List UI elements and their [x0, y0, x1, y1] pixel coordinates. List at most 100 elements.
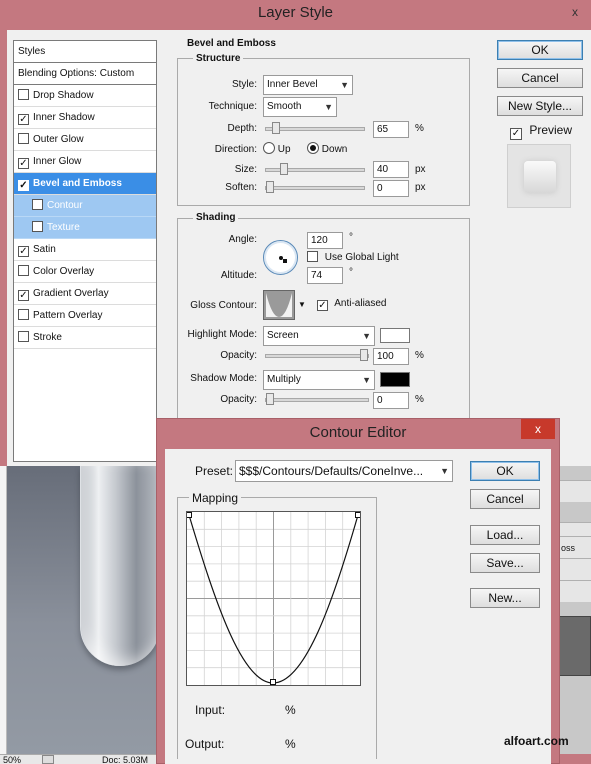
style-item-label: Texture — [47, 222, 80, 233]
style-item-label: Inner Glow — [33, 156, 82, 167]
checkmark-icon[interactable]: ✓ — [18, 290, 29, 301]
checkmark-icon[interactable]: ✓ — [18, 246, 29, 257]
checkbox-icon[interactable] — [32, 221, 43, 232]
panel-row[interactable] — [559, 558, 591, 580]
depth-input[interactable]: 65 — [373, 121, 409, 138]
status-icon[interactable] — [42, 755, 54, 764]
soften-slider[interactable] — [265, 181, 365, 193]
checkbox-icon[interactable] — [18, 331, 29, 342]
checkbox-icon[interactable] — [18, 89, 29, 100]
highlight-opacity-input[interactable]: 100 — [373, 348, 409, 365]
size-slider-handle[interactable] — [280, 163, 288, 175]
highlight-opacity-slider[interactable] — [265, 349, 369, 361]
shadow-opacity-input[interactable]: 0 — [373, 392, 409, 409]
style-item-satin[interactable]: ✓ Satin — [14, 239, 156, 261]
altitude-label: Altitude: — [220, 270, 257, 281]
shadow-opacity-slider[interactable] — [265, 393, 369, 405]
radio-selected-icon — [307, 142, 319, 154]
cancel-button[interactable]: Cancel — [497, 68, 583, 88]
contour-thumbnail-icon — [264, 291, 294, 319]
angle-dial-marker — [283, 259, 287, 263]
panel-row[interactable] — [559, 480, 591, 502]
shading-legend: Shading — [193, 212, 239, 223]
size-input[interactable]: 40 — [373, 161, 409, 178]
style-item-bevel-and-emboss[interactable]: ✓ Bevel and Emboss — [14, 173, 156, 195]
contour-curve-graph — [186, 512, 361, 685]
style-item-stroke[interactable]: Stroke — [14, 327, 156, 349]
ok-button[interactable]: OK — [497, 40, 583, 60]
altitude-input[interactable]: 74 — [307, 267, 343, 284]
style-item-inner-glow[interactable]: ✓ Inner Glow — [14, 151, 156, 173]
zoom-level[interactable]: 50% — [3, 755, 21, 764]
highlight-opacity-slider-handle[interactable] — [360, 349, 368, 361]
direction-up-radio[interactable]: Up — [263, 142, 291, 155]
style-item-inner-shadow[interactable]: ✓ Inner Shadow — [14, 107, 156, 129]
ok-button[interactable]: OK — [470, 461, 540, 481]
angle-input[interactable]: 120 — [307, 232, 343, 249]
direction-down-radio[interactable]: Down — [307, 142, 347, 155]
highlight-opacity-label: Opacity: — [220, 350, 257, 361]
style-item-contour[interactable]: Contour — [14, 195, 156, 217]
style-item-blending-options-custom[interactable]: Blending Options: Custom — [14, 63, 156, 85]
curve-control-point[interactable] — [186, 512, 192, 518]
contour-dropdown-arrow-icon[interactable]: ▼ — [298, 300, 306, 309]
style-item-label: Stroke — [33, 332, 62, 343]
style-item-texture[interactable]: Texture — [14, 217, 156, 239]
preview-thumbnail — [507, 144, 571, 208]
soften-slider-handle[interactable] — [266, 181, 274, 193]
soften-input[interactable]: 0 — [373, 180, 409, 197]
panel-row[interactable] — [559, 580, 591, 602]
checkmark-icon[interactable]: ✓ — [18, 158, 29, 169]
checkmark-icon[interactable]: ✓ — [18, 180, 29, 191]
style-item-styles[interactable]: Styles — [14, 41, 156, 63]
highlight-color-swatch[interactable] — [380, 328, 410, 343]
shadow-mode-select[interactable]: Multiply ▼ — [263, 370, 375, 390]
style-item-pattern-overlay[interactable]: Pattern Overlay — [14, 305, 156, 327]
soften-label: Soften: — [225, 182, 257, 193]
angle-label: Angle: — [228, 234, 257, 245]
gloss-contour-label: Gloss Contour: — [190, 300, 257, 311]
shadow-opacity-unit: % — [415, 394, 424, 405]
style-item-color-overlay[interactable]: Color Overlay — [14, 261, 156, 283]
checkbox-icon[interactable] — [18, 133, 29, 144]
checkbox-icon[interactable] — [18, 265, 29, 276]
contour-curve-editor[interactable] — [186, 511, 361, 686]
chevron-down-icon: ▼ — [324, 102, 333, 112]
dialog-title: Contour Editor — [309, 424, 407, 441]
preview-checkbox[interactable]: ✓ Preview — [510, 123, 572, 140]
depth-slider[interactable] — [265, 122, 365, 134]
style-item-outer-glow[interactable]: Outer Glow — [14, 129, 156, 151]
global-light-checkbox[interactable]: Use Global Light — [307, 251, 399, 263]
new-style-button[interactable]: New Style... — [497, 96, 583, 116]
curve-control-point[interactable] — [270, 679, 276, 685]
style-select[interactable]: Inner Bevel ▼ — [263, 75, 353, 95]
technique-select[interactable]: Smooth ▼ — [263, 97, 337, 117]
gloss-contour-picker[interactable] — [263, 290, 295, 320]
highlight-mode-select[interactable]: Screen ▼ — [263, 326, 375, 346]
checkbox-icon[interactable] — [32, 199, 43, 210]
angle-dial[interactable] — [263, 240, 298, 275]
doc-size: Doc: 5.03M — [102, 755, 149, 764]
checkbox-icon[interactable] — [18, 309, 29, 320]
shadow-opacity-slider-handle[interactable] — [266, 393, 274, 405]
checkmark-icon[interactable]: ✓ — [18, 114, 29, 125]
anti-aliased-checkbox[interactable]: ✓ Anti-aliased — [317, 298, 387, 311]
right-panel-strip: oss — [555, 466, 591, 754]
shadow-color-swatch[interactable] — [380, 372, 410, 387]
status-bar: 50% Doc: 5.03M — [0, 754, 160, 764]
cancel-button[interactable]: Cancel — [470, 489, 540, 509]
style-value: Inner Bevel — [267, 79, 318, 90]
preset-select[interactable]: $$$/Contours/Defaults/ConeInve... ▼ — [235, 460, 453, 482]
style-item-gradient-overlay[interactable]: ✓ Gradient Overlay — [14, 283, 156, 305]
size-slider[interactable] — [265, 163, 365, 175]
style-item-drop-shadow[interactable]: Drop Shadow — [14, 85, 156, 107]
close-icon[interactable]: x — [521, 419, 555, 439]
save-button[interactable]: Save... — [470, 553, 540, 573]
glass-tube-artwork — [80, 466, 160, 666]
depth-unit: % — [415, 123, 424, 134]
load-button[interactable]: Load... — [470, 525, 540, 545]
new-button[interactable]: New... — [470, 588, 540, 608]
depth-slider-handle[interactable] — [272, 122, 280, 134]
curve-control-point[interactable] — [355, 512, 361, 518]
close-icon[interactable]: x — [565, 4, 585, 20]
